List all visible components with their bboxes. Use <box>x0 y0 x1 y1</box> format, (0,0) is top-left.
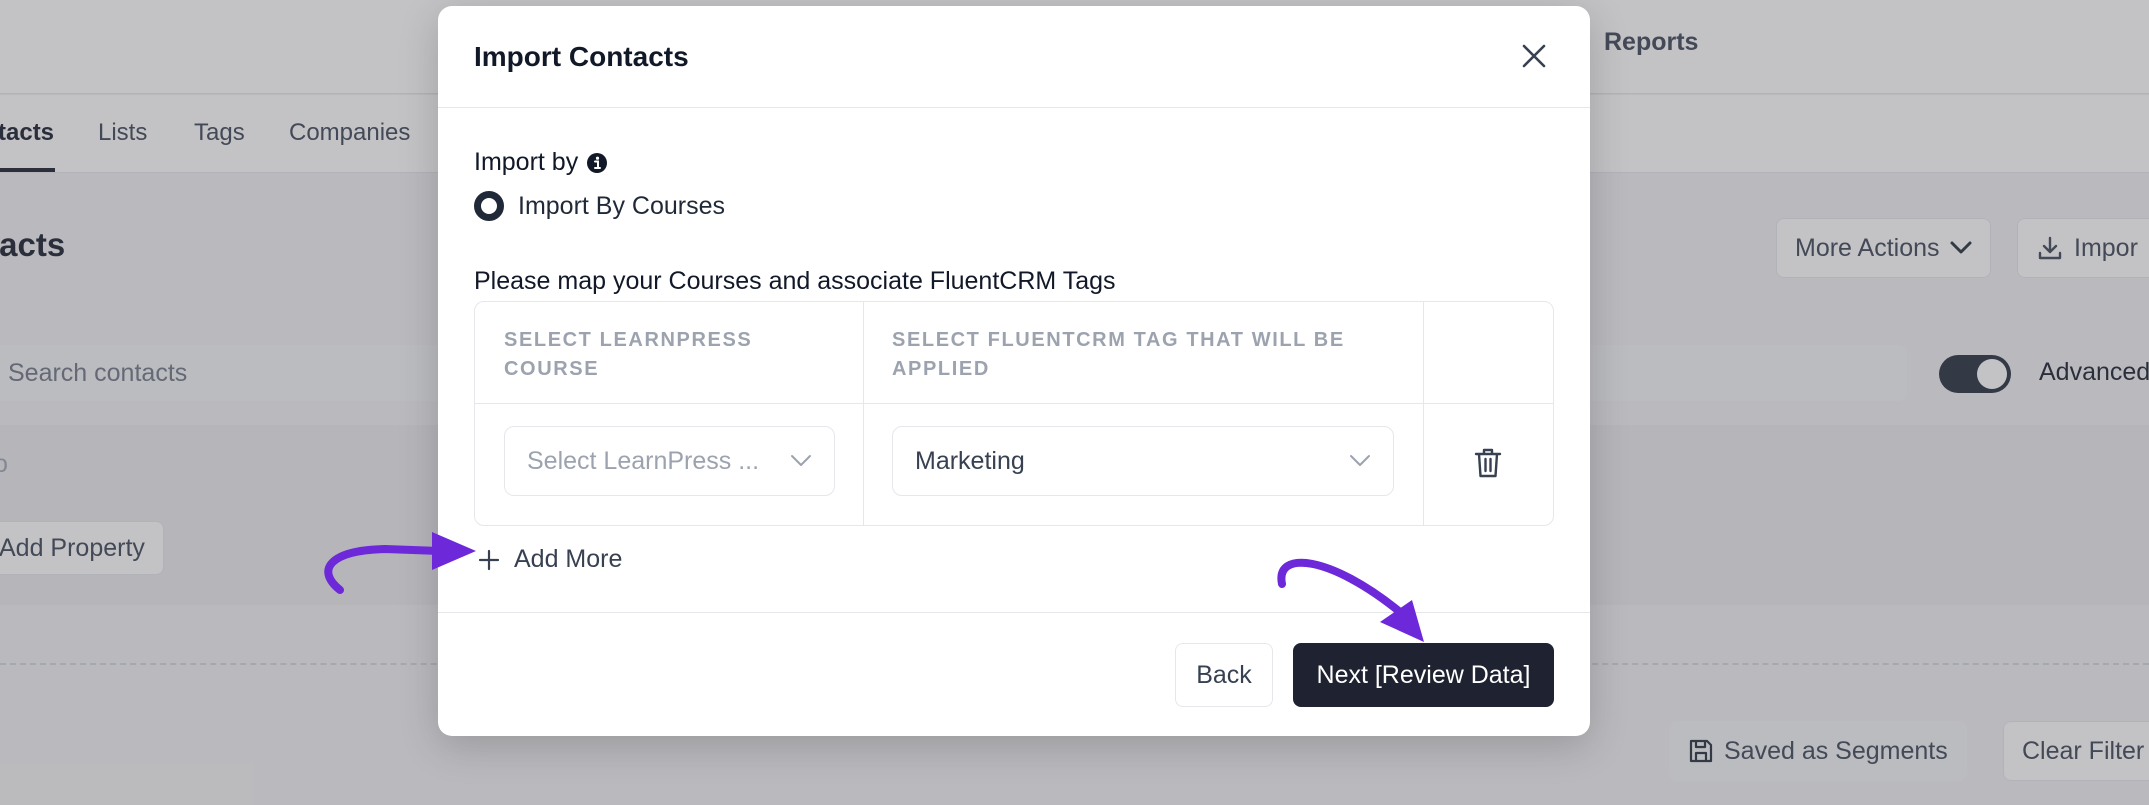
learnpress-course-select[interactable]: Select LearnPress ... <box>504 426 835 496</box>
fluentcrm-tag-value: Marketing <box>915 446 1025 475</box>
header-learnpress-course: SELECT LEARNPRESS COURSE <box>504 329 753 380</box>
import-contacts-modal: Import Contacts Import by Import By Cour… <box>438 6 1590 736</box>
header-fluentcrm-tag: SELECT FLUENTCRM TAG THAT WILL BE APPLIE… <box>892 329 1345 380</box>
modal-footer <box>438 612 1590 613</box>
plus-icon <box>478 549 500 570</box>
row-divider <box>475 403 1553 404</box>
info-icon[interactable] <box>586 152 608 174</box>
import-by-courses-radio[interactable] <box>474 191 504 221</box>
add-more-button[interactable]: Add More <box>478 545 622 574</box>
column-divider <box>1423 302 1424 525</box>
trash-icon[interactable] <box>1473 447 1503 479</box>
column-divider <box>863 302 864 525</box>
import-by-label: Import by <box>474 148 608 177</box>
import-by-courses-label: Import By Courses <box>518 191 726 220</box>
modal-title: Import Contacts <box>474 41 689 72</box>
learnpress-course-placeholder: Select LearnPress ... <box>527 446 760 475</box>
close-icon[interactable] <box>1518 40 1550 72</box>
mapping-instruction: Please map your Courses and associate Fl… <box>474 267 1116 295</box>
modal-header: Import Contacts <box>438 6 1590 108</box>
fluentcrm-tag-select[interactable]: Marketing <box>892 426 1394 496</box>
import-by-text: Import by <box>474 148 579 176</box>
chevron-down-icon <box>791 455 811 466</box>
back-button[interactable]: Back <box>1175 643 1273 707</box>
next-review-data-button[interactable]: Next [Review Data] <box>1293 643 1554 707</box>
import-by-courses-option[interactable]: Import By Courses <box>474 191 725 221</box>
chevron-down-icon <box>1350 455 1370 466</box>
course-tag-mapping-table: SELECT LEARNPRESS COURSE SELECT FLUENTCR… <box>474 301 1554 526</box>
add-more-label: Add More <box>514 545 623 573</box>
